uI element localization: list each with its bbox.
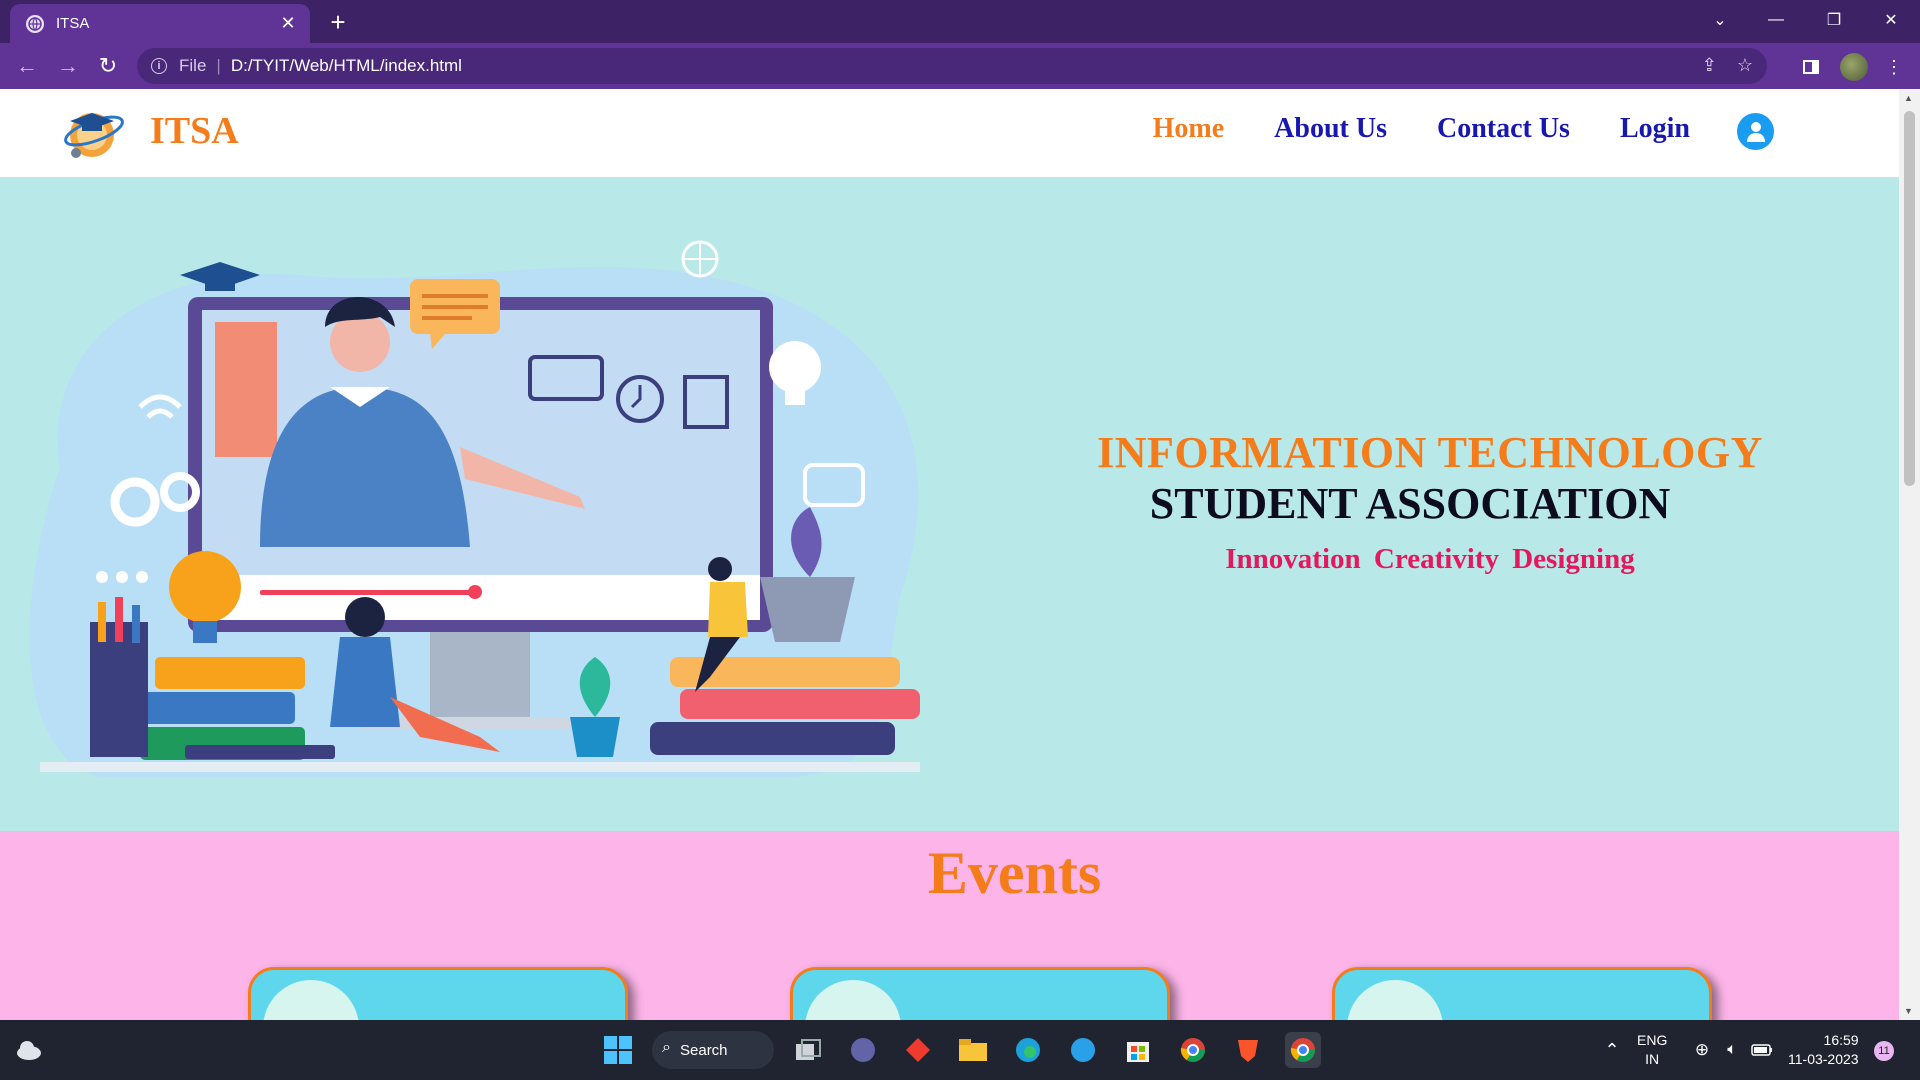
region-code: IN xyxy=(1645,1051,1660,1067)
language-indicator[interactable]: ENG IN xyxy=(1637,1031,1667,1069)
events-title: Events xyxy=(927,840,1102,906)
browser-tab-bar: ITSA ✕ + ⌄ — ❐ ✕ xyxy=(0,0,1920,43)
windows-start-icon[interactable] xyxy=(600,1032,636,1068)
restore-button[interactable]: ❐ xyxy=(1811,0,1857,40)
brave-browser-icon[interactable] xyxy=(1230,1032,1266,1068)
events-section: Events xyxy=(0,831,1899,1020)
address-bar[interactable]: i File | D:/TYIT/Web/HTML/index.html ⇪ ☆ xyxy=(137,48,1767,84)
battery-icon[interactable] xyxy=(1744,1032,1780,1068)
lightbulb-orange-icon xyxy=(169,551,241,623)
show-hidden-icons-chevron-icon[interactable]: ⌃ xyxy=(1594,1032,1630,1068)
bookmark-star-icon[interactable]: ☆ xyxy=(1737,55,1753,76)
onedrive-app-icon[interactable] xyxy=(1065,1032,1101,1068)
page-viewport: ITSA Home About Us Contact Us Login INFO… xyxy=(0,89,1899,1020)
close-window-button[interactable]: ✕ xyxy=(1868,0,1914,40)
file-explorer-icon[interactable] xyxy=(955,1032,991,1068)
minimize-button[interactable]: — xyxy=(1753,0,1799,40)
taskbar-search-label: Search xyxy=(680,1041,728,1059)
teams-chat-icon[interactable] xyxy=(845,1032,881,1068)
tab-close-icon[interactable]: ✕ xyxy=(278,13,298,34)
edge-browser-icon[interactable] xyxy=(1010,1032,1046,1068)
event-card[interactable] xyxy=(1332,967,1712,1020)
url-scheme: File xyxy=(179,56,207,75)
online-learning-illustration xyxy=(29,240,920,777)
language-code: ENG xyxy=(1637,1032,1668,1048)
os-taskbar: ⌕ Search ⌃ ENG IN ⊕ 🔈︎ 16:59 11-03-2023 … xyxy=(0,1020,1920,1080)
globe-event-icon xyxy=(263,980,359,1020)
taskbar-search-button[interactable]: ⌕ Search xyxy=(652,1031,774,1069)
hero-line2: STUDENT ASSOCIATION xyxy=(1149,479,1671,528)
nav-home-link[interactable]: Home xyxy=(1153,113,1225,145)
reload-icon[interactable]: ↻ xyxy=(93,51,123,81)
site-brand[interactable]: ITSA xyxy=(150,109,239,153)
chrome-icon[interactable] xyxy=(1175,1032,1211,1068)
globe-icon xyxy=(26,14,44,33)
info-icon[interactable]: i xyxy=(151,58,167,74)
browser-toolbar: ← → ↻ i File | D:/TYIT/Web/HTML/index.ht… xyxy=(0,43,1920,89)
kebab-menu-icon[interactable]: ⋮ xyxy=(1880,53,1908,81)
clock-date: 11-03-2023 xyxy=(1788,1051,1859,1067)
scroll-up-arrow-icon[interactable]: ▲ xyxy=(1904,93,1913,103)
lightbulb-icon xyxy=(769,341,821,393)
chrome-active-window-icon[interactable] xyxy=(1285,1032,1321,1068)
forward-arrow-icon[interactable]: → xyxy=(53,51,83,81)
url-text[interactable]: D:/TYIT/Web/HTML/index.html xyxy=(231,56,462,76)
search-icon: ⌕ xyxy=(662,1039,671,1056)
clock[interactable]: 16:59 11-03-2023 xyxy=(1788,1031,1859,1069)
site-header: ITSA Home About Us Contact Us Login xyxy=(0,89,1899,177)
page-scrollbar[interactable]: ▲ ▼ xyxy=(1899,89,1920,1020)
url-separator: | xyxy=(216,56,221,75)
scroll-down-arrow-icon[interactable]: ▼ xyxy=(1904,1006,1913,1016)
main-nav: Home About Us Contact Us Login xyxy=(1153,113,1690,145)
task-view-icon[interactable] xyxy=(790,1032,826,1068)
browser-tab[interactable]: ITSA ✕ xyxy=(10,4,310,43)
clock-time: 16:59 xyxy=(1823,1032,1859,1048)
profile-avatar[interactable] xyxy=(1840,53,1868,81)
back-arrow-icon[interactable]: ← xyxy=(12,51,42,81)
nav-contact-link[interactable]: Contact Us xyxy=(1437,113,1570,145)
palette-event-icon xyxy=(1347,980,1443,1020)
tab-search-chevron-icon[interactable]: ⌄ xyxy=(1697,0,1743,40)
event-card[interactable] xyxy=(790,967,1170,1020)
tab-title: ITSA xyxy=(56,15,90,32)
pen-event-icon xyxy=(805,980,901,1020)
notification-badge[interactable]: 11 xyxy=(1874,1041,1894,1061)
weather-cloud-icon[interactable] xyxy=(12,1032,48,1068)
share-icon[interactable]: ⇪ xyxy=(1702,55,1717,76)
scrollbar-thumb[interactable] xyxy=(1904,111,1915,486)
nav-about-link[interactable]: About Us xyxy=(1274,113,1387,145)
microsoft-store-icon[interactable] xyxy=(1120,1032,1156,1068)
anydesk-icon[interactable] xyxy=(900,1032,936,1068)
hero-line1: INFORMATION TECHNOLOGY xyxy=(1097,428,1763,477)
new-tab-button[interactable]: + xyxy=(322,6,354,38)
hero-heading: INFORMATION TECHNOLOGY STUDENT ASSOCIATI… xyxy=(1080,427,1780,576)
nav-login-link[interactable]: Login xyxy=(1620,113,1690,145)
hero-tagline: Innovation Creativity Designing xyxy=(1225,543,1635,575)
user-account-icon[interactable] xyxy=(1737,113,1774,150)
event-card[interactable] xyxy=(248,967,628,1020)
side-panel-icon[interactable] xyxy=(1797,53,1825,81)
graduation-cap-logo-icon xyxy=(64,113,124,158)
hero-section: INFORMATION TECHNOLOGY STUDENT ASSOCIATI… xyxy=(0,177,1899,831)
